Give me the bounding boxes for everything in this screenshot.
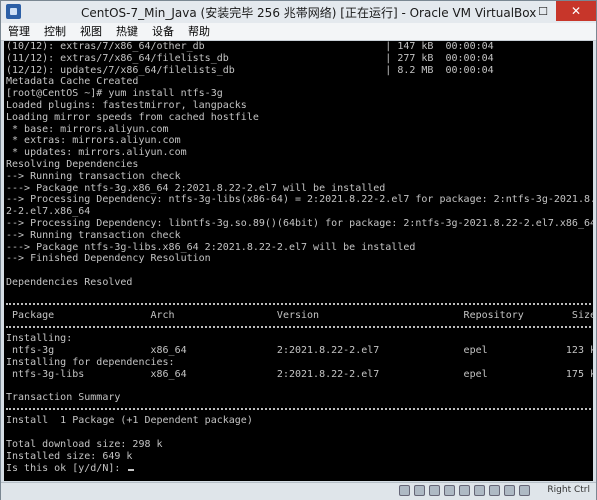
divider-rule — [6, 326, 591, 328]
close-button[interactable]: ✕ — [556, 1, 596, 21]
title-bar[interactable]: CentOS-7_Min_Java (安装完毕 256 兆帯网络) [正在运行]… — [1, 1, 596, 23]
menu-devices[interactable]: 设备 — [145, 23, 181, 40]
console-line: Loaded plugins: fastestmirror, langpacks — [6, 100, 247, 111]
console-line: * extras: mirrors.aliyun.com — [6, 135, 181, 147]
console-line: --> Processing Dependency: libntfs-3g.so… — [6, 218, 593, 229]
console-prompt-line: Is this ok [y/d/N]: — [6, 463, 135, 475]
console-line: * updates: mirrors.aliyun.com — [6, 147, 187, 159]
shared-folder-icon[interactable] — [474, 485, 485, 496]
divider-rule — [6, 303, 591, 305]
console-line: [root@CentOS ~]# yum install ntfs-3g — [6, 88, 223, 100]
menu-manage[interactable]: 管理 — [1, 23, 37, 40]
divider-rule — [6, 408, 591, 410]
console-line: Installed size: 649 k — [6, 451, 133, 462]
menu-bar: 管理 控制 视图 热键 设备 帮助 — [1, 23, 596, 41]
console-line: Package Arch Version Repository Size — [6, 310, 593, 321]
console-line: --> Finished Dependency Resolution — [6, 253, 211, 265]
console-prompt: Is this ok [y/d/N]: — [6, 463, 127, 474]
menu-hotkey[interactable]: 热键 — [109, 23, 145, 40]
minimize-button[interactable]: – — [504, 1, 530, 21]
console-line: Installing for dependencies: — [6, 357, 175, 368]
console-line: Install 1 Package (+1 Dependent package) — [6, 415, 253, 426]
console-line: --> Running transaction check — [6, 170, 181, 182]
audio-icon[interactable] — [429, 485, 440, 496]
console-line: 2-2.el7.x86_64 — [6, 206, 91, 218]
console-line: --> Running transaction check — [6, 229, 181, 241]
virtualbox-window: CentOS-7_Min_Java (安装完毕 256 兆帯网络) [正在运行]… — [0, 0, 597, 500]
console-line: --> Processing Dependency: ntfs-3g-libs(… — [6, 194, 593, 206]
menu-control[interactable]: 控制 — [37, 23, 73, 40]
console-line: ---> Package ntfs-3g-libs.x86_64 2:2021.… — [6, 241, 416, 253]
status-bar: Right Ctrl — [1, 482, 596, 500]
console-line: Dependencies Resolved — [6, 277, 133, 288]
console-line: Installing: — [6, 333, 73, 344]
text-cursor — [128, 469, 135, 471]
usb-icon[interactable] — [459, 485, 470, 496]
network-icon[interactable] — [444, 485, 455, 496]
menu-help[interactable]: 帮助 — [181, 23, 217, 40]
console-line: Metadata Cache Created — [6, 76, 139, 88]
display-icon[interactable] — [489, 485, 500, 496]
console-line: (12/12): updates/7/x86_64/filelists_db |… — [6, 64, 494, 76]
hard-disk-icon[interactable] — [399, 485, 410, 496]
menu-view[interactable]: 视图 — [73, 23, 109, 40]
console-line: Total download size: 298 k — [6, 439, 163, 450]
optical-drive-icon[interactable] — [414, 485, 425, 496]
console-line: (11/12): extras/7/x86_64/filelists_db | … — [6, 52, 494, 64]
console-line: (10/12): extras/7/x86_64/other_db | 147 … — [6, 41, 494, 52]
guest-console[interactable]: (10/12): extras/7/x86_64/other_db | 147 … — [4, 41, 593, 481]
capture-icon[interactable] — [504, 485, 515, 496]
console-line: ---> Package ntfs-3g.x86_64 2:2021.8.22-… — [6, 182, 386, 194]
console-line: * base: mirrors.aliyun.com — [6, 123, 169, 135]
host-key-label: Right Ctrl — [547, 485, 590, 495]
console-line: ntfs-3g-libs x86_64 2:2021.8.22-2.el7 ep… — [6, 369, 593, 380]
console-line: Resolving Dependencies — [6, 159, 139, 170]
console-line: Transaction Summary — [6, 392, 121, 403]
window-title: CentOS-7_Min_Java (安装完毕 256 兆帯网络) [正在运行]… — [81, 6, 537, 20]
console-line: ntfs-3g x86_64 2:2021.8.22-2.el7 epel 12… — [6, 345, 593, 356]
virtualbox-icon — [6, 4, 21, 19]
console-line: Loading mirror speeds from cached hostfi… — [6, 111, 259, 123]
mouse-integration-icon[interactable] — [519, 485, 530, 496]
maximize-button[interactable]: ☐ — [530, 1, 556, 21]
